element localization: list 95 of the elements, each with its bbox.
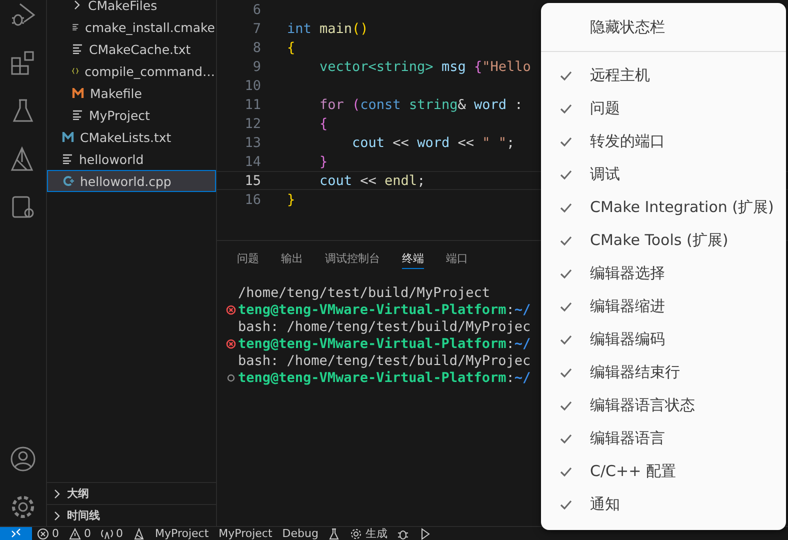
settings-icon[interactable] xyxy=(10,494,36,520)
flask-icon xyxy=(328,528,340,540)
flask-icon[interactable] xyxy=(11,98,35,124)
cmake-icon[interactable] xyxy=(10,146,36,172)
line-number: 9 xyxy=(252,58,262,74)
line-number: 13 xyxy=(244,134,262,150)
menu-item[interactable]: 编辑器编码 xyxy=(541,323,786,356)
chevron-icon xyxy=(53,510,61,520)
section-title: 大纲 xyxy=(67,486,89,501)
remote-explorer-icon[interactable] xyxy=(10,194,36,220)
code-line: { xyxy=(287,40,296,56)
menu-item[interactable]: 远程主机 xyxy=(541,59,786,92)
file-item[interactable]: helloworld xyxy=(47,148,216,170)
code-line: int main() xyxy=(287,20,368,36)
panel-tab[interactable]: 端口 xyxy=(446,251,468,269)
line-number: 10 xyxy=(244,78,262,94)
section-title: 时间线 xyxy=(67,508,100,523)
collapsed-section[interactable]: 大纲 xyxy=(47,482,216,504)
terminal-line: bash: /home/teng/test/build/MyProjec xyxy=(238,352,531,368)
file-item[interactable]: Makefile xyxy=(47,82,216,104)
code-line: { xyxy=(318,116,328,132)
terminal-line: teng@teng-VMware-Virtual-Platform:~/ xyxy=(238,302,531,318)
line-number: 11 xyxy=(244,96,262,112)
menu-item[interactable]: 编辑器语言 xyxy=(541,422,786,455)
cpp-file-icon xyxy=(62,175,74,187)
line-number: 7 xyxy=(252,20,262,36)
menu-item[interactable]: 转发的端口 xyxy=(541,125,786,158)
circle-icon xyxy=(226,374,234,382)
terminal-line: /home/teng/test/build/MyProject xyxy=(238,284,490,300)
file-item[interactable]: cmake_install.cmake xyxy=(47,16,216,38)
bug-icon xyxy=(397,528,410,540)
play-icon xyxy=(419,528,432,540)
warning-icon xyxy=(69,528,81,540)
status-item[interactable]: 0 xyxy=(64,527,96,540)
panel-tab[interactable]: 调试控制台 xyxy=(325,251,380,269)
text-file-icon xyxy=(72,110,83,120)
file-item[interactable]: helloworld.cpp xyxy=(47,170,216,192)
menu-item[interactable]: 编辑器选择 xyxy=(541,257,786,290)
file-item[interactable]: MyProject xyxy=(47,104,216,126)
menu-item[interactable]: 问题 xyxy=(541,92,786,125)
line-number: 14 xyxy=(244,154,262,170)
status-item[interactable]: 0 xyxy=(96,527,128,540)
panel-tab[interactable]: 终端 xyxy=(402,251,424,269)
extensions-icon[interactable] xyxy=(10,50,36,76)
file-item[interactable]: compile_command… xyxy=(47,60,216,82)
line-number: 12 xyxy=(244,116,262,132)
code-line: cout << word << " "; xyxy=(351,134,515,150)
code-line: cout << endl; xyxy=(318,172,426,188)
run-debug-icon[interactable] xyxy=(10,2,36,28)
text-file-icon xyxy=(62,154,73,164)
menu-item[interactable]: 调试 xyxy=(541,158,786,191)
chevron-icon xyxy=(53,488,61,498)
status-item[interactable]: Debug xyxy=(277,527,324,540)
line-number: 15 xyxy=(244,172,262,188)
menu-item[interactable]: CMake Integration (扩展) xyxy=(541,191,786,224)
chevron-icon xyxy=(72,0,82,10)
panel-tab[interactable]: 输出 xyxy=(281,251,303,269)
m-letter-icon xyxy=(62,132,74,142)
code-line: for (const string& word : xyxy=(318,96,524,112)
menu-item[interactable]: C/C++ 配置 xyxy=(541,455,786,488)
code-line: } xyxy=(287,192,296,208)
cmake-icon xyxy=(133,528,145,540)
remote-icon xyxy=(10,527,22,539)
error-icon xyxy=(226,304,236,314)
menu-item[interactable]: 编辑器语言状态 xyxy=(541,389,786,422)
text-file-icon xyxy=(72,44,83,54)
terminal-line: bash: /home/teng/test/build/MyProjec xyxy=(238,318,531,334)
error-icon xyxy=(37,528,49,540)
file-item[interactable]: CMakeCache.txt xyxy=(47,38,216,60)
code-line: } xyxy=(318,154,328,170)
menu-item[interactable]: 编辑器缩进 xyxy=(541,290,786,323)
antenna-icon xyxy=(101,528,113,540)
line-number: 6 xyxy=(252,2,262,18)
braces-icon xyxy=(72,65,79,77)
menu-item[interactable]: 通知 xyxy=(541,488,786,521)
remote-button[interactable] xyxy=(0,527,32,540)
file-item[interactable]: CMakeLists.txt xyxy=(47,126,216,148)
gear-icon xyxy=(350,528,362,540)
menu-item[interactable]: CMake Tools (扩展) xyxy=(541,224,786,257)
panel-tab[interactable]: 问题 xyxy=(237,251,259,269)
m-letter-icon xyxy=(72,88,84,98)
text-file-icon xyxy=(72,22,79,32)
line-number: 16 xyxy=(244,192,262,208)
error-icon xyxy=(226,338,236,348)
status-item[interactable]: MyProject xyxy=(214,527,278,540)
menu-item[interactable]: 编辑器结束行 xyxy=(541,356,786,389)
status-item[interactable]: 0 xyxy=(32,527,64,540)
file-item[interactable]: CMakeFiles xyxy=(47,0,216,16)
terminal-line: teng@teng-VMware-Virtual-Platform:~/ xyxy=(238,370,531,386)
status-item[interactable]: MyProject xyxy=(150,527,214,540)
code-line: vector<string> msg {"Hello xyxy=(318,58,531,74)
status-item[interactable]: 生成 xyxy=(345,527,392,540)
line-number: 8 xyxy=(252,40,262,56)
terminal-line: teng@teng-VMware-Virtual-Platform:~/ xyxy=(238,336,531,352)
account-icon[interactable] xyxy=(10,446,36,472)
